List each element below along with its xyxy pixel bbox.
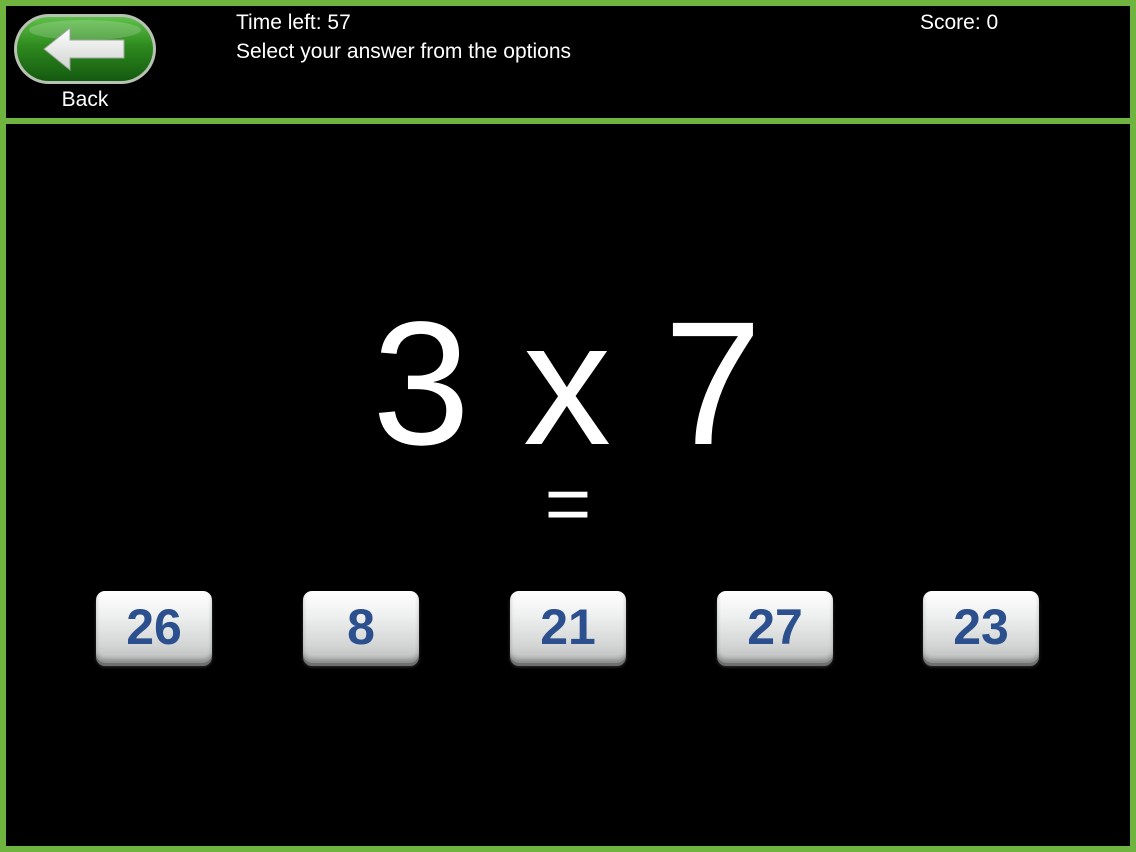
time-left-text: Time left: 57 (236, 11, 351, 34)
game-screen: Back Time left: 57 Select your answer fr… (0, 0, 1136, 852)
answer-option-button[interactable]: 26 (96, 591, 212, 663)
score-text: Score: 0 (920, 11, 999, 34)
answer-option-button[interactable]: 23 (923, 591, 1039, 663)
left-arrow-icon (14, 14, 156, 84)
equals-sign: = (544, 459, 592, 548)
back-button[interactable] (12, 12, 158, 86)
answer-option-button[interactable]: 8 (303, 591, 419, 663)
instructions-text: Select your answer from the options (236, 40, 571, 63)
answer-option-button[interactable]: 21 (510, 591, 626, 663)
question-panel: 3 x 7 = 26 8 21 27 23 (6, 124, 1130, 846)
header-panel: Back Time left: 57 Select your answer fr… (6, 6, 1130, 118)
question-expression: 3 x 7 (372, 286, 764, 482)
back-label: Back (61, 88, 109, 111)
answer-option-button[interactable]: 27 (717, 591, 833, 663)
